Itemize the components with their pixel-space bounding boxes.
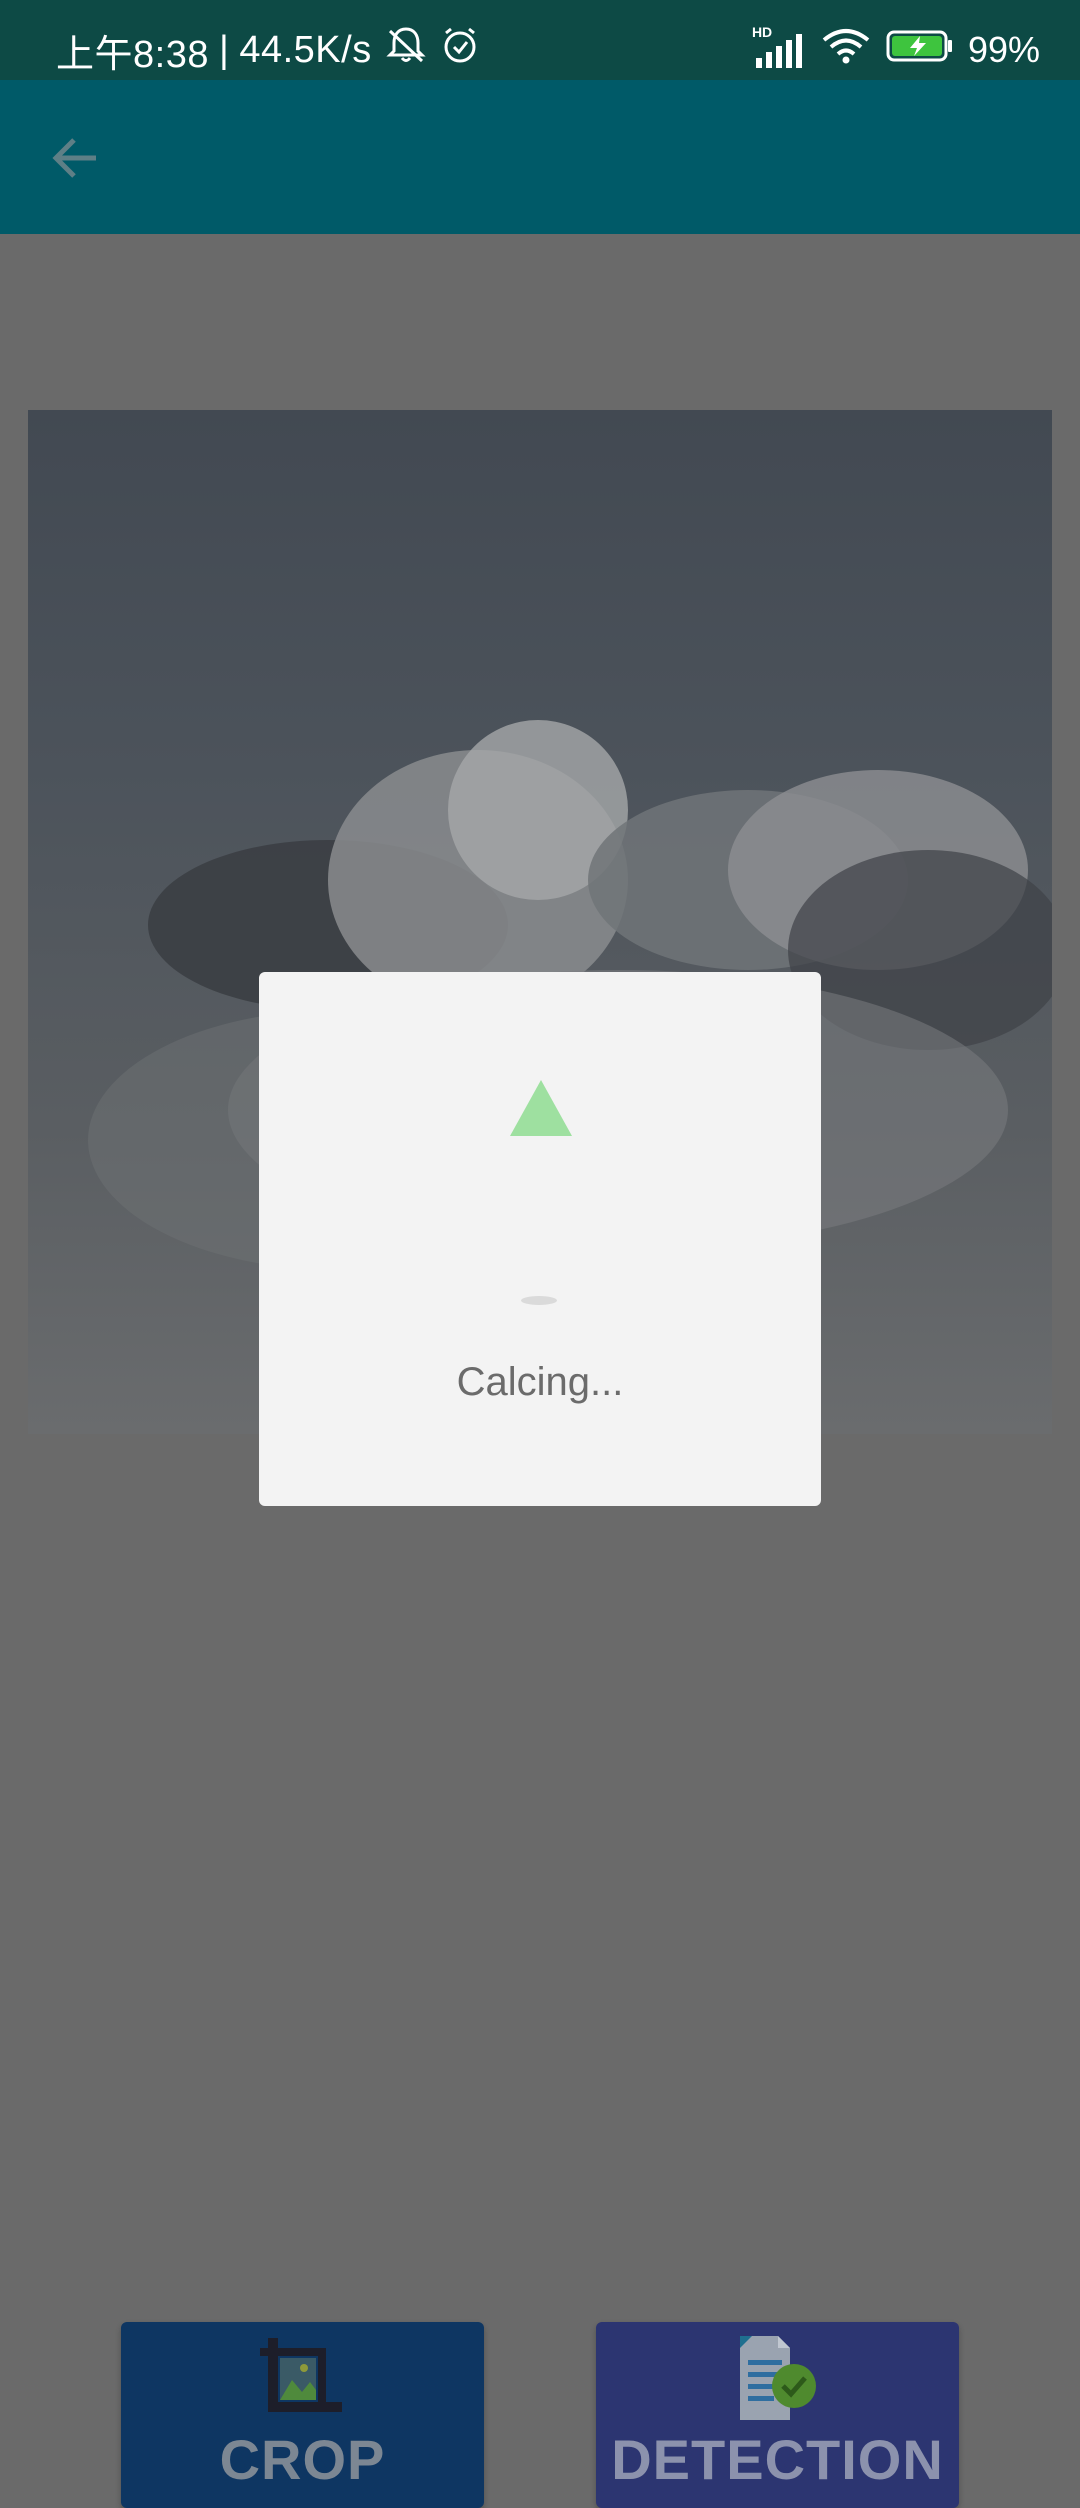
loading-message: Calcing... [456,1360,624,1404]
battery-icon [886,28,954,73]
battery-percent: 99% [967,29,1040,70]
loading-spinner-icon [510,1080,572,1136]
status-bar: 上午8:38 | 44.5K/s HD 99% [0,0,1080,80]
status-net-speed: 44.5K/s [239,28,372,71]
mute-bell-icon [384,25,428,75]
signal-icon: HD [752,24,806,70]
loading-dialog: Calcing... [259,972,821,1506]
detection-label: DETECTION [611,2428,944,2491]
wifi-icon [820,26,872,75]
crop-button[interactable]: CROP [121,2322,484,2508]
document-check-icon [728,2332,828,2433]
status-separator: | [218,28,230,71]
status-time: 上午8:38 [56,33,209,76]
back-button[interactable] [40,122,112,194]
crop-label: CROP [219,2428,386,2491]
alarm-icon [440,25,480,75]
arrow-back-icon [52,138,96,178]
spinner-shadow [521,1296,557,1305]
app-bar [0,80,1080,234]
detection-button[interactable]: DETECTION [596,2322,959,2508]
crop-image-icon [259,2332,346,2427]
